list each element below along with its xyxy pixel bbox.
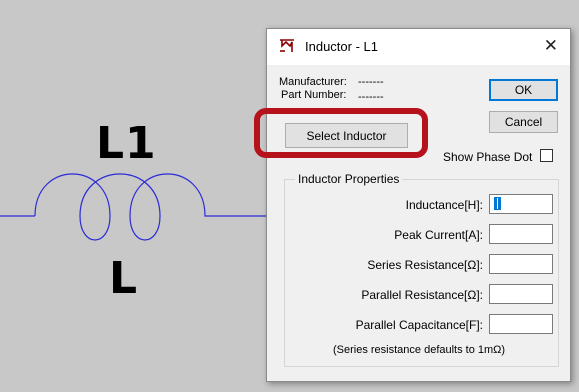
inductor-properties-title: Inductor Properties — [295, 172, 403, 186]
series-resistance-input[interactable] — [489, 254, 553, 274]
peak-current-input[interactable] — [489, 224, 553, 244]
part-number-value: ------- — [358, 91, 384, 103]
parallel-resistance-input[interactable] — [489, 284, 553, 304]
inductor-coil — [34, 173, 228, 241]
inductor-dialog: Inductor - L1 ✕ Manufacturer: ------- Pa… — [266, 28, 571, 382]
parallel-capacitance-label: Parallel Capacitance[F]: — [355, 318, 483, 332]
app-logo-icon — [280, 39, 294, 52]
select-inductor-button[interactable]: Select Inductor — [285, 123, 408, 148]
manufacturer-value: ------- — [358, 76, 384, 88]
text-cursor-icon — [494, 197, 501, 210]
inductance-input[interactable] — [489, 194, 553, 214]
ok-button[interactable]: OK — [489, 79, 558, 101]
inductance-label: Inductance[H]: — [405, 198, 483, 212]
show-phase-dot-label: Show Phase Dot — [443, 150, 533, 164]
parallel-resistance-label: Parallel Resistance[Ω]: — [361, 288, 483, 302]
series-resistance-footnote: (Series resistance defaults to 1mΩ) — [333, 344, 506, 356]
series-resistance-label: Series Resistance[Ω]: — [367, 258, 483, 272]
dialog-title: Inductor - L1 — [305, 39, 378, 54]
part-number-label: Part Number: — [281, 89, 347, 101]
component-value-label[interactable]: L — [109, 253, 138, 304]
show-phase-dot-checkbox[interactable] — [540, 149, 553, 162]
reference-designator[interactable]: L1 — [96, 118, 157, 169]
parallel-capacitance-input[interactable] — [489, 314, 553, 334]
peak-current-label: Peak Current[A]: — [394, 228, 483, 242]
manufacturer-label: Manufacturer: — [279, 76, 347, 88]
close-icon[interactable]: ✕ — [544, 36, 558, 56]
dialog-titlebar[interactable]: Inductor - L1 ✕ — [267, 29, 570, 65]
cancel-button[interactable]: Cancel — [489, 111, 558, 133]
